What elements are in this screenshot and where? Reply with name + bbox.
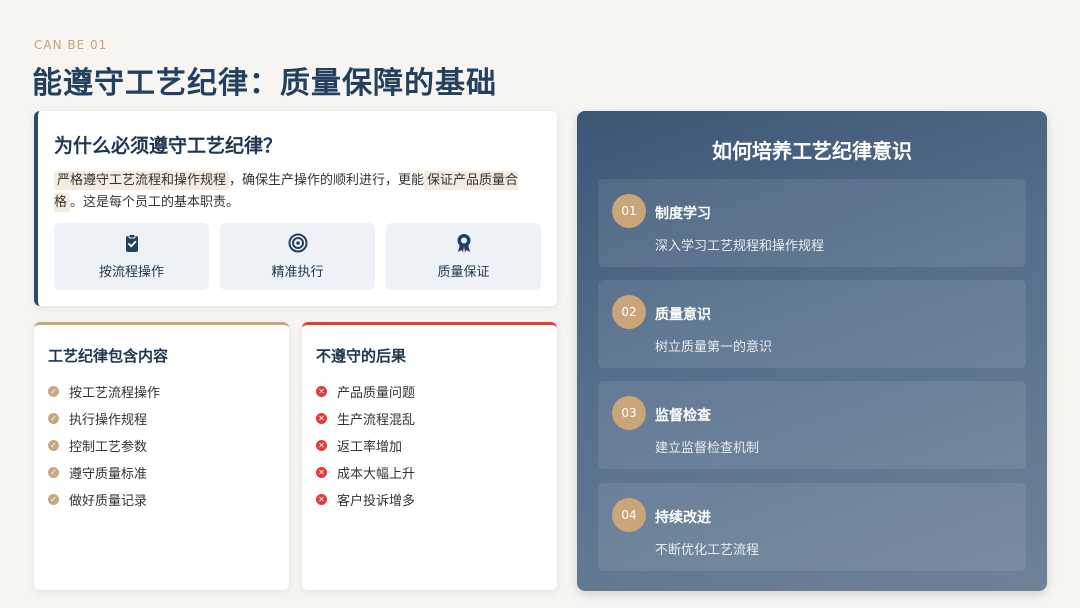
consequences-card: 不遵守的后果 ✕ 产品质量问题 ✕ 生产流程混乱 ✕ 返工率增加 ✕ 成本大幅上升 ✕ 客… — [302, 322, 557, 590]
step-number-badge: 03 — [612, 396, 646, 430]
step-card: 04 持续改进 不断优化工艺流程 — [598, 483, 1026, 571]
step-description: 不断优化工艺流程 — [655, 543, 760, 558]
eyebrow-label: CAN BE 01 — [34, 38, 108, 52]
target-icon — [288, 233, 307, 253]
body-text: 。这是每个员工的基本职责。 — [70, 195, 240, 210]
feature-label: 质量保证 — [437, 265, 490, 280]
list-item-label: 客户投诉增多 — [337, 494, 416, 509]
check-circle-icon: ✓ — [48, 413, 59, 424]
step-card: 01 制度学习 深入学习工艺规程和操作规程 — [598, 179, 1026, 267]
body-text: ，确保生产操作的顺利进行，更能 — [229, 173, 425, 188]
x-circle-icon: ✕ — [316, 413, 327, 424]
feature-label: 按流程操作 — [98, 265, 164, 280]
list-item: ✓ 执行操作规程 — [48, 405, 275, 432]
x-circle-icon: ✕ — [316, 494, 327, 505]
why-card: 为什么必须遵守工艺纪律？ 严格遵守工艺流程和操作规程 ，确保生产操作的顺利进行，更… — [34, 111, 557, 306]
check-circle-icon: ✓ — [48, 494, 59, 505]
why-feature-row: 按流程操作 精准执行 质量保证 — [54, 223, 541, 290]
list-item-label: 产品质量问题 — [337, 386, 416, 401]
x-circle-icon: ✕ — [316, 386, 327, 397]
clipboard-check-icon — [125, 234, 138, 252]
check-circle-icon: ✓ — [48, 386, 59, 397]
step-description: 建立监督检查机制 — [655, 441, 760, 456]
step-number-badge: 04 — [612, 498, 646, 532]
feature-box-process: 按流程操作 — [54, 223, 209, 290]
panel-title: 如何培养工艺纪律意识 — [712, 139, 912, 163]
step-card: 02 质量意识 树立质量第一的意识 — [598, 280, 1026, 368]
list-item-label: 执行操作规程 — [69, 413, 148, 428]
highlight-text: 严格遵守工艺流程和操作规程 — [54, 171, 230, 190]
how-to-panel: 如何培养工艺纪律意识 01 制度学习 深入学习工艺规程和操作规程 02 质量意识… — [577, 111, 1047, 591]
list-item: ✕ 成本大幅上升 — [316, 459, 543, 486]
feature-label: 精准执行 — [271, 265, 324, 280]
list-item-label: 按工艺流程操作 — [69, 386, 161, 401]
list-item: ✕ 返工率增加 — [316, 432, 543, 459]
consequences-list: ✕ 产品质量问题 ✕ 生产流程混乱 ✕ 返工率增加 ✕ 成本大幅上升 ✕ 客户投诉增多 — [316, 378, 543, 513]
step-description: 深入学习工艺规程和操作规程 — [655, 239, 825, 254]
check-circle-icon: ✓ — [48, 467, 59, 478]
contents-title: 工艺纪律包含内容 — [48, 347, 169, 365]
contents-card: 工艺纪律包含内容 ✓ 按工艺流程操作 ✓ 执行操作规程 ✓ 控制工艺参数 ✓ 遵守质量标… — [34, 322, 289, 590]
page-title: 能遵守工艺纪律：质量保障的基础 — [32, 66, 497, 101]
x-circle-icon: ✕ — [316, 440, 327, 451]
list-item: ✓ 控制工艺参数 — [48, 432, 275, 459]
list-item: ✓ 按工艺流程操作 — [48, 378, 275, 405]
list-item-label: 控制工艺参数 — [69, 440, 148, 455]
list-item: ✕ 客户投诉增多 — [316, 486, 543, 513]
list-item-label: 做好质量记录 — [69, 494, 148, 509]
step-title: 监督检查 — [655, 408, 711, 424]
step-title: 制度学习 — [655, 206, 711, 222]
step-title: 持续改进 — [655, 510, 711, 526]
x-circle-icon: ✕ — [316, 467, 327, 478]
list-item-label: 成本大幅上升 — [337, 467, 416, 482]
why-title: 为什么必须遵守工艺纪律？ — [54, 135, 283, 157]
list-item: ✓ 遵守质量标准 — [48, 459, 275, 486]
step-number-badge: 02 — [612, 295, 646, 329]
step-number-badge: 01 — [612, 194, 646, 228]
feature-box-precision: 精准执行 — [220, 223, 375, 290]
award-ribbon-icon — [457, 234, 470, 253]
step-title: 质量意识 — [655, 307, 711, 323]
contents-list: ✓ 按工艺流程操作 ✓ 执行操作规程 ✓ 控制工艺参数 ✓ 遵守质量标准 ✓ 做好质量记录 — [48, 378, 275, 513]
why-text: 严格遵守工艺流程和操作规程 ，确保生产操作的顺利进行，更能 保证产品质量合格 。这是每… — [54, 170, 541, 214]
list-item-label: 遵守质量标准 — [69, 467, 148, 482]
list-item: ✕ 产品质量问题 — [316, 378, 543, 405]
list-item: ✕ 生产流程混乱 — [316, 405, 543, 432]
consequences-title: 不遵守的后果 — [316, 347, 407, 365]
step-card: 03 监督检查 建立监督检查机制 — [598, 381, 1026, 469]
step-description: 树立质量第一的意识 — [655, 340, 773, 355]
list-item-label: 生产流程混乱 — [337, 413, 416, 428]
list-item: ✓ 做好质量记录 — [48, 486, 275, 513]
check-circle-icon: ✓ — [48, 440, 59, 451]
feature-box-quality: 质量保证 — [386, 223, 541, 290]
list-item-label: 返工率增加 — [337, 440, 403, 455]
